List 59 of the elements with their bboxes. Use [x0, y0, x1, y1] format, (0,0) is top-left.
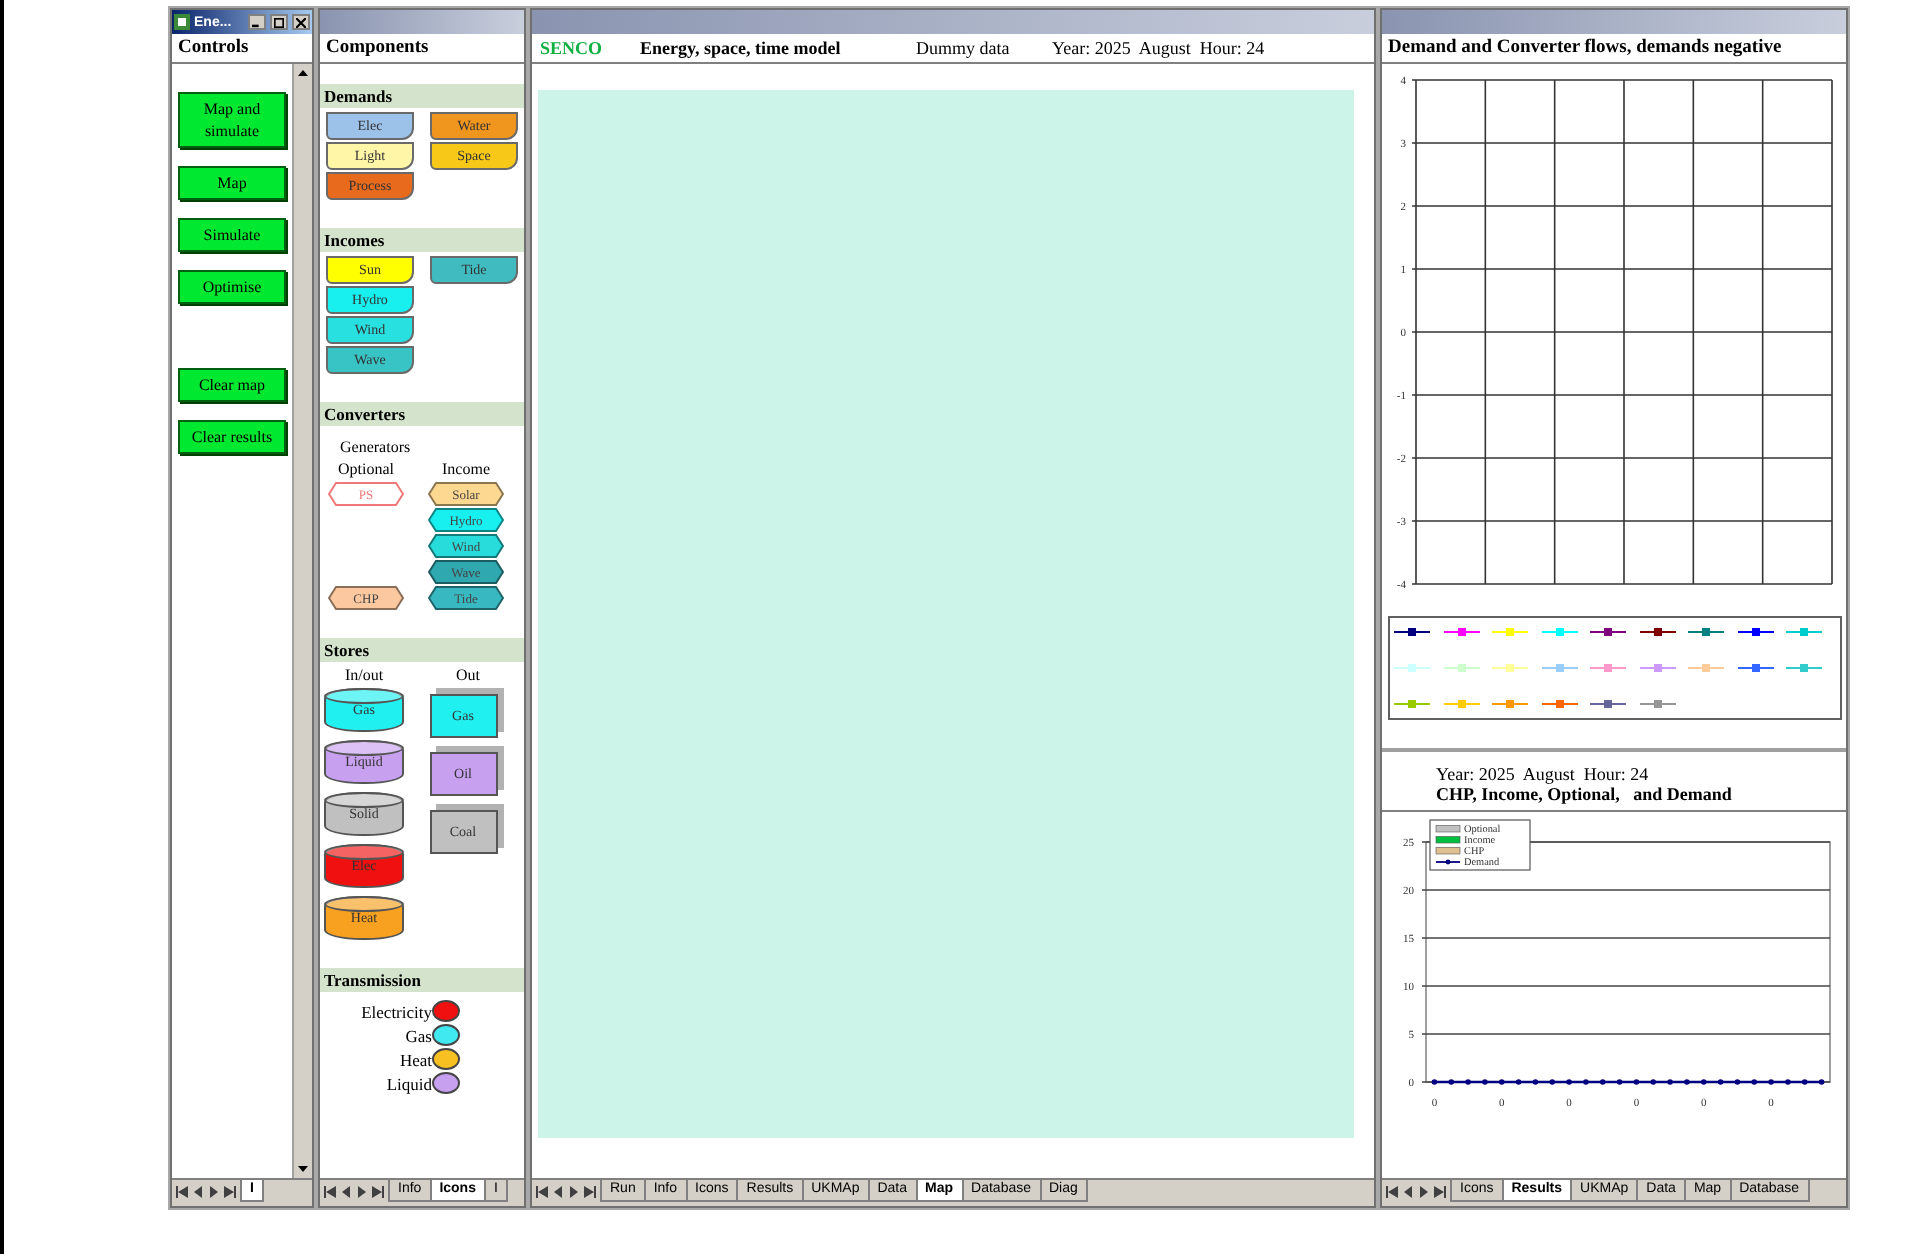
transmission-label: Electricity: [361, 1001, 432, 1021]
chart-title: CHP, Income, Optional, and Demand: [1382, 784, 1846, 812]
data-note: Dummy data: [916, 38, 1012, 58]
sheet-next-icon[interactable]: [1418, 1185, 1430, 1197]
column-heading: Out: [456, 666, 480, 684]
sheet-next-icon[interactable]: [568, 1185, 580, 1197]
transmission-label: Heat: [399, 1049, 432, 1069]
column-heading: In/out: [344, 666, 384, 684]
model-title: Energy, space, time model: [640, 38, 843, 58]
sheet-previous-icon[interactable]: [340, 1185, 352, 1197]
brand-name: SENCO: [540, 38, 605, 58]
column-heading: Income: [442, 460, 490, 478]
action-button[interactable]: Map and simulate: [178, 92, 286, 148]
time-label: Year: 2025 August Hour: 24: [1052, 38, 1265, 58]
section-header: Transmission: [320, 968, 524, 992]
sheet-previous-icon[interactable]: [552, 1185, 564, 1197]
sheet-last-icon[interactable]: [584, 1185, 596, 1197]
scroll-up-icon[interactable]: [296, 66, 310, 80]
action-button[interactable]: Clear map: [178, 368, 286, 402]
action-button[interactable]: Optimise: [178, 270, 286, 304]
sheet-next-icon[interactable]: [208, 1185, 220, 1197]
section-header: Converters: [320, 402, 524, 426]
action-button[interactable]: Map: [178, 166, 286, 200]
action-button[interactable]: Simulate: [178, 218, 286, 252]
action-button[interactable]: Clear results: [178, 420, 286, 454]
legend-swatch: [1435, 859, 1461, 865]
legend-swatch: [1435, 847, 1461, 855]
sheet-last-icon[interactable]: [224, 1185, 236, 1197]
close-icon: [296, 17, 306, 27]
sheet-last-icon[interactable]: [372, 1185, 384, 1197]
panel-header: Components: [320, 34, 524, 64]
minimize-button[interactable]: [248, 14, 266, 30]
sheet-previous-icon[interactable]: [192, 1185, 204, 1197]
transmission-label: Gas: [405, 1025, 432, 1045]
transmission-label: Liquid: [386, 1073, 432, 1093]
scrollbar[interactable]: [292, 64, 312, 1178]
maximize-icon: [274, 17, 284, 27]
subsection-label: Generators: [338, 438, 413, 456]
chart-caption: Year: 2025 August Hour: 24: [1434, 764, 1651, 784]
transmission-dot[interactable]: [432, 1072, 460, 1094]
transmission-dot[interactable]: [432, 1048, 460, 1070]
sheet-next-icon[interactable]: [356, 1185, 368, 1197]
section-header: Stores: [320, 638, 524, 662]
sheet-last-icon[interactable]: [1434, 1185, 1446, 1197]
section-header: Incomes: [320, 228, 524, 252]
panel-header: Demand and Converter flows, demands negative: [1382, 34, 1846, 64]
legend-swatch: [1435, 836, 1461, 844]
close-button[interactable]: [292, 14, 310, 30]
maximize-button[interactable]: [270, 14, 288, 30]
sheet-first-icon[interactable]: [1386, 1185, 1398, 1197]
sheet-previous-icon[interactable]: [1402, 1185, 1414, 1197]
transmission-dot[interactable]: [432, 1000, 460, 1022]
column-heading: Optional: [338, 460, 394, 478]
sheet-first-icon[interactable]: [176, 1185, 188, 1197]
transmission-dot[interactable]: [432, 1024, 460, 1046]
sheet-first-icon[interactable]: [536, 1185, 548, 1197]
section-header: Demands: [320, 84, 524, 108]
sheet-first-icon[interactable]: [324, 1185, 336, 1197]
legend-swatch: [1435, 825, 1461, 833]
